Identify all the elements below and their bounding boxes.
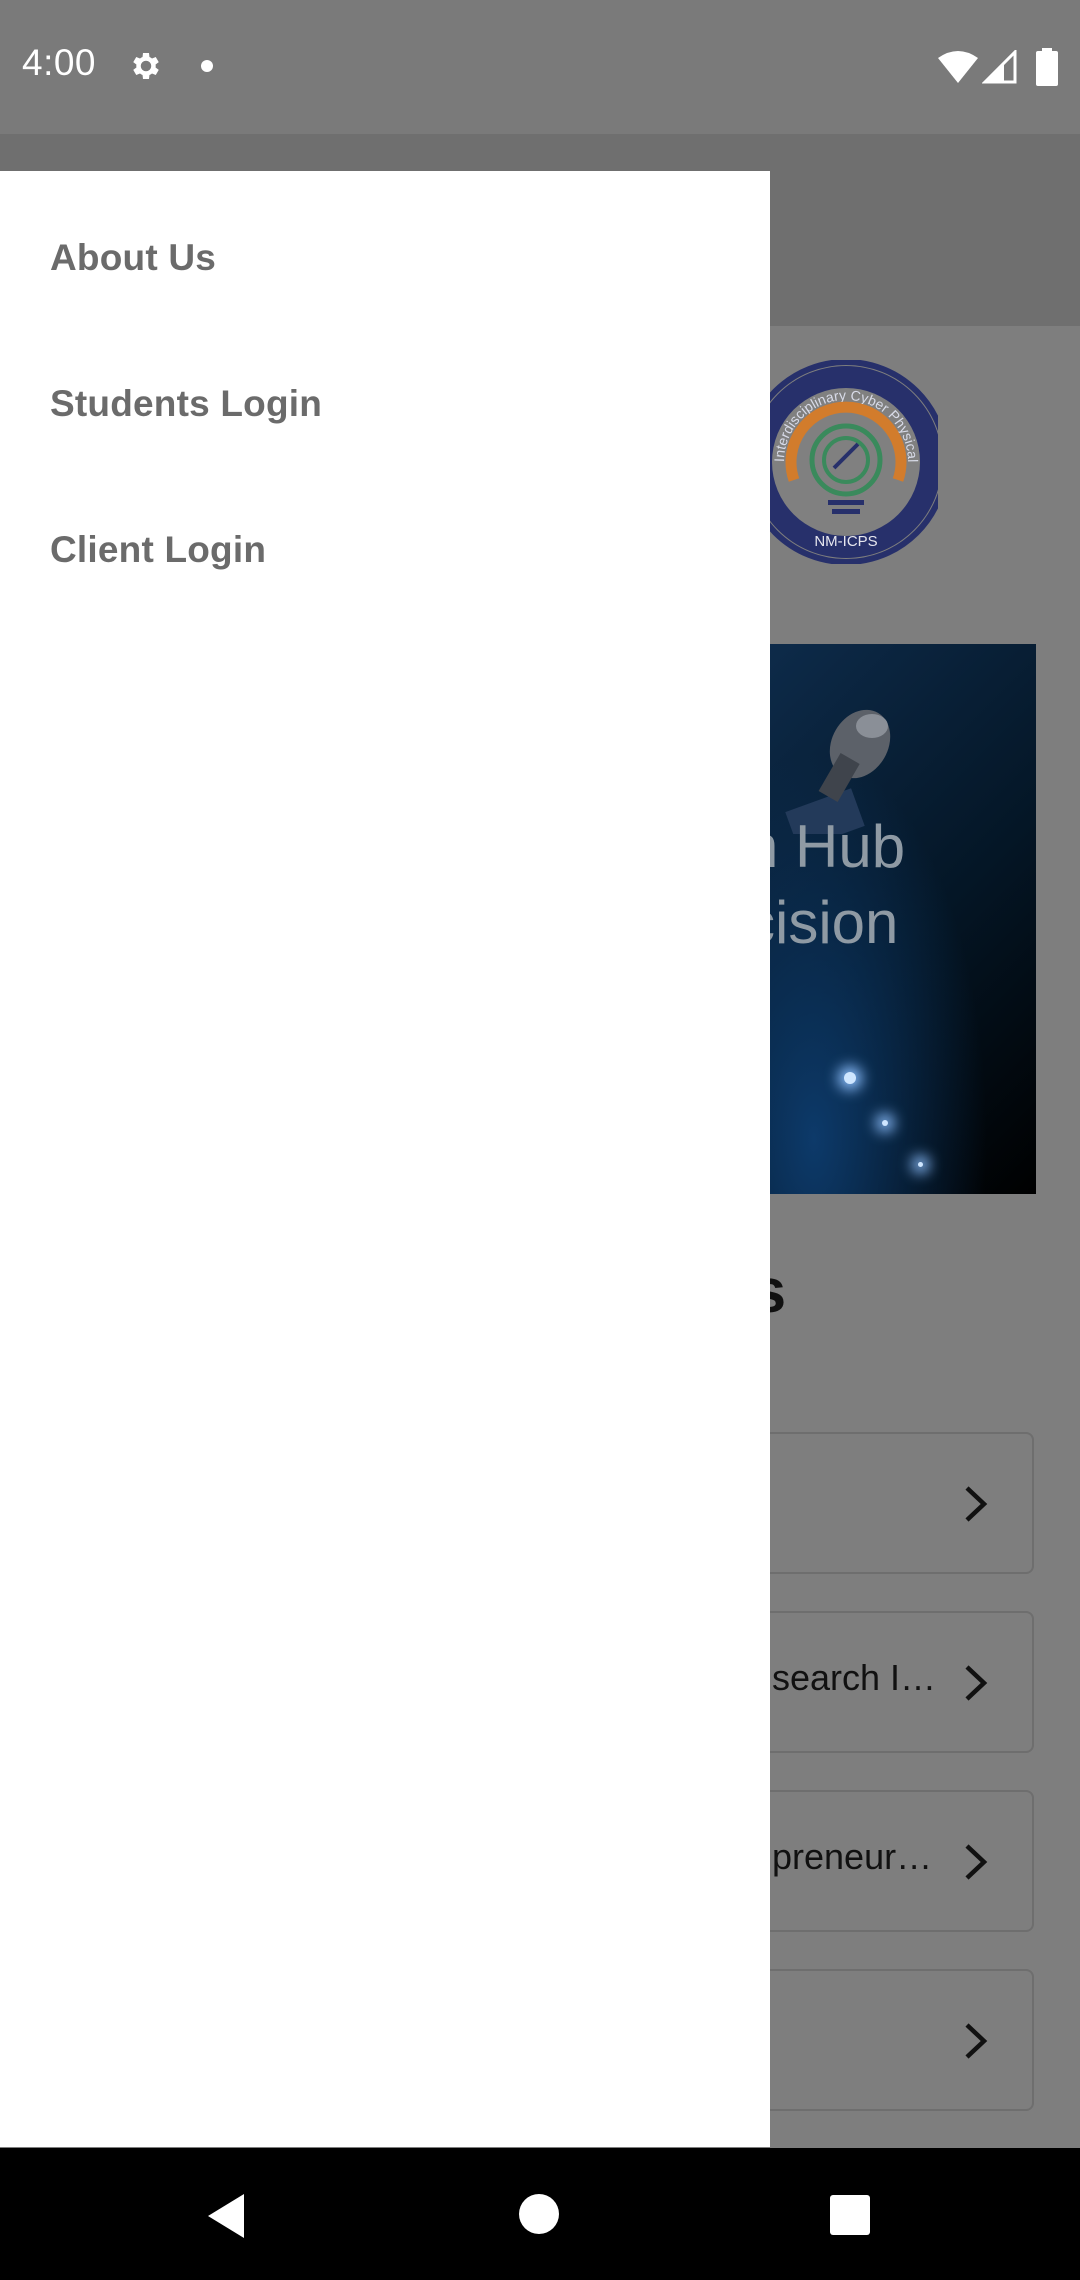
back-icon[interactable] (206, 2192, 246, 2240)
banner-light-glow (844, 1072, 856, 1084)
card-label: preneur… (772, 1836, 933, 1877)
drawer-item-client-login[interactable]: Client Login (50, 529, 266, 571)
drawer-item-students-login[interactable]: Students Login (50, 383, 322, 425)
status-time: 4:00 (22, 42, 97, 83)
logo-bottom-text: NM-ICPS (814, 533, 877, 550)
recents-icon[interactable] (830, 2195, 870, 2235)
nm-icps-logo: Interdisciplinary Cyber Physical Systems… (754, 360, 938, 564)
chevron-right-icon (965, 1844, 988, 1880)
cell-signal-icon (982, 50, 1017, 84)
card-label: search I… (772, 1657, 937, 1698)
battery-icon (1036, 48, 1058, 86)
chevron-right-icon (965, 1486, 988, 1522)
navigation-drawer: About Us Students Login Client Login (0, 171, 770, 2147)
banner-light-glow (882, 1120, 888, 1126)
banner-light-glow (918, 1162, 923, 1167)
system-nav-bar (0, 2148, 1080, 2280)
drawer-item-about-us[interactable]: About Us (50, 237, 216, 279)
chevron-right-icon (965, 2023, 988, 2059)
gear-icon (133, 52, 159, 80)
status-bar: 4:00 (0, 0, 1080, 134)
hero-banner: n Hub cision (740, 644, 1036, 1194)
wifi-icon (938, 51, 978, 83)
notification-dot-icon (201, 60, 213, 72)
chevron-right-icon (965, 1665, 988, 1701)
home-icon[interactable] (519, 2194, 559, 2234)
